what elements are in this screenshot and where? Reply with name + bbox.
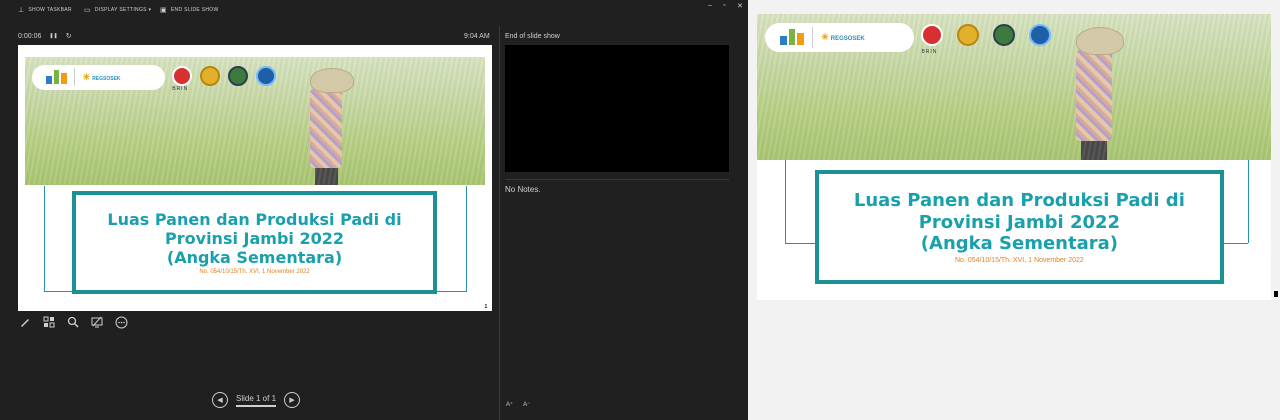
presenter-view: ⊥ SHOW TASKBAR ▭ DISPLAY SETTINGS ▾ ▣ EN…	[0, 0, 748, 420]
next-slide-label: End of slide show	[505, 33, 560, 40]
release-number: No. 054/10/15/Th. XVI, 1 November 2022	[954, 256, 1084, 264]
current-slide[interactable]: ✳ REGSOSEK BRIN Luas Panen dan Produksi P…	[18, 45, 492, 311]
slide-counter[interactable]: Slide 1 of 1	[236, 394, 277, 407]
pen-icon[interactable]	[18, 315, 32, 329]
elapsed-time: 0:00:06	[18, 32, 42, 40]
previous-slide-button[interactable]: ◀	[212, 392, 228, 408]
monitor-icon: ▭	[84, 7, 91, 14]
minimize-button[interactable]: –	[708, 2, 712, 9]
partner-logos	[921, 24, 1052, 47]
partner-logos	[172, 65, 277, 86]
title-line-2: Provinsi Jambi 2022	[165, 228, 344, 248]
increase-font-button[interactable]: A⁺	[506, 401, 513, 408]
farmer-hat	[1075, 27, 1124, 56]
show-taskbar-button[interactable]: ⊥ SHOW TASKBAR	[18, 6, 72, 14]
bps-logo	[45, 70, 68, 85]
title-box: Luas Panen dan Produksi Padi di Provinsi…	[815, 169, 1224, 285]
garuda-seal-logo	[957, 24, 980, 47]
agency-logo	[1029, 24, 1052, 47]
garuda-seal-logo	[200, 65, 221, 86]
logo-pill: ✳ REGSOSEK	[32, 64, 166, 91]
title-line-1: Luas Panen dan Produksi Padi di	[853, 190, 1185, 212]
more-options-icon[interactable]	[114, 315, 128, 329]
clock: 9:04 AM	[464, 33, 490, 40]
notes-font-controls: A⁺ A⁻	[506, 401, 530, 408]
speaker-notes[interactable]: No Notes.	[505, 185, 541, 194]
pause-icon[interactable]: ❚❚	[49, 33, 57, 39]
decrease-font-button[interactable]: A⁻	[523, 401, 530, 408]
presenter-tools	[18, 315, 128, 329]
display-settings-button[interactable]: ▭ DISPLAY SETTINGS ▾	[84, 6, 151, 14]
close-button[interactable]: ✕	[737, 2, 743, 10]
title-line-2: Provinsi Jambi 2022	[918, 211, 1121, 233]
ministry-logo	[228, 65, 249, 86]
brin-logo	[921, 24, 944, 47]
timer: 0:00:06 ❚❚ ↻	[18, 32, 72, 41]
audience-view: ✳ REGSOSEK BRIN Luas Panen dan Produksi P…	[748, 0, 1280, 420]
next-slide-button[interactable]: ▶	[284, 392, 301, 408]
agency-logo	[256, 65, 277, 86]
rice-field-banner: ✳ REGSOSEK BRIN	[757, 14, 1271, 160]
end-slide-show-button[interactable]: ▣ END SLIDE SHOW	[160, 6, 218, 14]
title-line-3: (Angka Sementara)	[920, 233, 1118, 255]
next-slide-preview[interactable]	[505, 45, 729, 172]
presenter-toolbar: ⊥ SHOW TASKBAR ▭ DISPLAY SETTINGS ▾ ▣ EN…	[0, 0, 748, 20]
farmer-figure	[310, 88, 343, 169]
rice-field-banner: ✳ REGSOSEK BRIN	[25, 56, 485, 185]
release-number: No. 054/10/15/Th. XVI, 1 November 2022	[199, 269, 310, 276]
end-show-icon: ▣	[160, 7, 167, 14]
reset-timer-icon[interactable]: ↻	[66, 32, 72, 40]
farmer-hat	[310, 68, 354, 94]
regsosek-logo: ✳ REGSOSEK	[82, 71, 121, 82]
zoom-icon[interactable]	[66, 315, 80, 329]
taskbar-icon: ⊥	[18, 7, 25, 14]
title-line-3: (Angka Sementara)	[166, 248, 343, 268]
ministry-logo	[993, 24, 1016, 47]
black-screen-icon[interactable]	[90, 315, 104, 329]
see-all-slides-icon[interactable]	[42, 315, 56, 329]
page-number: 1	[484, 304, 488, 311]
restore-button[interactable]: ▫	[723, 2, 725, 9]
title-box: Luas Panen dan Produksi Padi di Provinsi…	[72, 191, 437, 294]
brin-logo	[172, 65, 193, 86]
pane-divider[interactable]	[499, 26, 500, 420]
regsosek-logo: ✳ REGSOSEK	[821, 31, 865, 42]
logo-pill: ✳ REGSOSEK	[764, 22, 914, 52]
slide-navigation: ◀ Slide 1 of 1 ▶	[212, 392, 301, 408]
audience-slide[interactable]: ✳ REGSOSEK BRIN Luas Panen dan Produksi P…	[757, 14, 1271, 300]
farmer-figure	[1075, 50, 1112, 141]
title-line-1: Luas Panen dan Produksi Padi di	[107, 209, 402, 229]
bps-logo	[780, 29, 805, 46]
